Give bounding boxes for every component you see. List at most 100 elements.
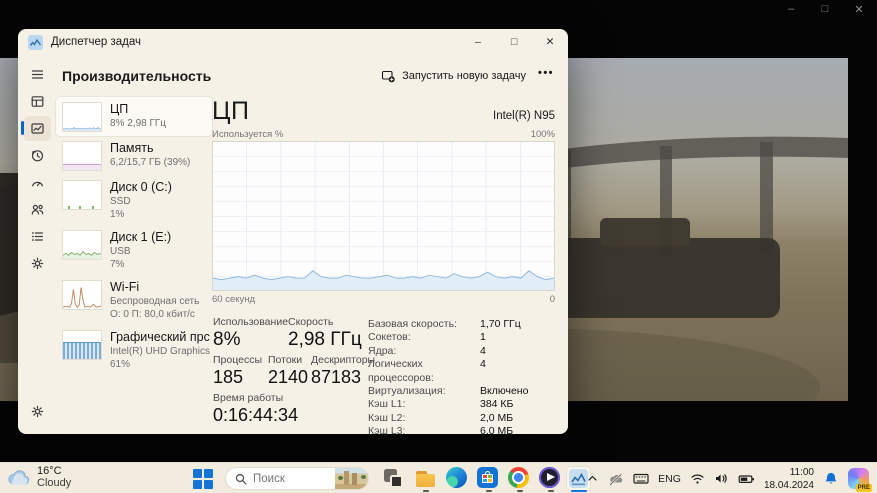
stat-uptime: Время работы 0:16:44:34	[213, 392, 298, 426]
copilot-button[interactable]: PRE	[848, 468, 869, 489]
close-button[interactable]: ✕	[532, 29, 568, 55]
taskbar: 16°C Cloudy	[0, 462, 877, 493]
cloud-icon	[7, 469, 31, 486]
users-icon	[30, 202, 45, 217]
nav-item-gpu[interactable]: Графический прс Intel(R) UHD Graphics 61…	[56, 325, 212, 375]
rail-item-users[interactable]	[18, 196, 56, 223]
nav-item-cpu[interactable]: ЦП 8% 2,98 ГГц	[56, 97, 212, 136]
disk1-sparkline	[62, 230, 102, 260]
search-icon	[235, 473, 247, 485]
details-list-icon	[30, 229, 45, 244]
page-header: Производительность Запустить новую задач…	[62, 61, 560, 91]
run-new-task-button[interactable]: Запустить новую задачу	[375, 65, 532, 87]
language-indicator[interactable]: ENG	[658, 473, 681, 485]
rail-item-details[interactable]	[18, 223, 56, 250]
cpu-sparkline	[62, 102, 102, 132]
background-window-controls: – □ ✕	[781, 3, 869, 16]
navigation-rail	[18, 57, 56, 434]
gauge-icon	[30, 175, 45, 190]
rail-item-app-history[interactable]	[18, 142, 56, 169]
disk0-sparkline	[62, 180, 102, 210]
search-input[interactable]	[253, 473, 325, 485]
rail-item-services[interactable]	[18, 250, 56, 277]
maximize-button[interactable]: □	[496, 29, 532, 55]
task-view-button[interactable]	[382, 467, 405, 490]
minimize-button[interactable]: –	[460, 29, 496, 55]
rail-item-startup-apps[interactable]	[18, 169, 56, 196]
cpu-usage-graph[interactable]	[212, 141, 555, 291]
more-options-button[interactable]: •••	[532, 67, 560, 85]
cpu-detail-panel: ЦП Intel(R) N95 Используется % 100% 60 с…	[212, 97, 555, 431]
weather-widget[interactable]: 16°C Cloudy	[7, 465, 71, 489]
notification-bell-icon[interactable]	[823, 471, 839, 487]
graph-x-left-label: 60 секунд	[212, 294, 255, 305]
bg-maximize-button[interactable]: □	[815, 3, 835, 16]
file-explorer-button[interactable]	[414, 467, 437, 490]
start-button[interactable]	[193, 469, 213, 489]
cpu-panel-title: ЦП	[212, 97, 249, 126]
clock[interactable]: 11:00 18.04.2024	[764, 466, 814, 492]
cpu-spec-details: Базовая скорость:1,70 ГГц Сокетов:1 Ядра…	[368, 318, 555, 434]
store-icon	[477, 467, 498, 488]
running-indicator	[548, 490, 554, 493]
rail-item-performance[interactable]	[18, 115, 56, 142]
graph-x-right-label: 0	[550, 294, 555, 305]
gpu-sparkline	[62, 330, 102, 360]
menu-button[interactable]	[18, 61, 56, 88]
nav-item-disk0[interactable]: Диск 0 (C:) SSD 1%	[56, 175, 212, 225]
bg-close-button[interactable]: ✕	[849, 3, 869, 16]
weather-condition: Cloudy	[37, 477, 71, 489]
processes-icon	[30, 94, 45, 109]
tray-chevron-up-icon[interactable]	[586, 472, 599, 485]
settings-button[interactable]	[18, 398, 56, 425]
running-indicator	[423, 490, 429, 493]
search-box[interactable]	[225, 467, 369, 490]
edge-button[interactable]	[446, 467, 469, 490]
running-indicator	[486, 490, 492, 493]
memory-sparkline	[62, 141, 102, 171]
microsoft-store-button[interactable]	[477, 467, 500, 490]
window-controls: – □ ✕	[460, 29, 568, 55]
services-cog-icon	[30, 256, 45, 271]
wifi-sparkline	[62, 280, 102, 310]
windows-logo-icon	[193, 469, 202, 478]
titlebar[interactable]: Диспетчер задач – □ ✕	[18, 29, 568, 55]
page-title: Производительность	[62, 68, 211, 84]
stat-threads: Потоки 2140	[268, 354, 308, 388]
rail-item-processes[interactable]	[18, 88, 56, 115]
clock-date: 18.04.2024	[764, 479, 814, 492]
desktop: – □ ✕ Диспетчер задач – □ ✕	[0, 0, 877, 493]
graph-y-label: Используется %	[212, 129, 283, 140]
nav-item-wifi[interactable]: Wi-Fi Беспроводная сеть О: 0 П: 80,0 кби…	[56, 275, 212, 325]
new-task-icon	[381, 69, 395, 83]
task-manager-app-icon	[28, 35, 43, 50]
nav-item-disk1[interactable]: Диск 1 (E:) USB 7%	[56, 225, 212, 275]
active-indicator	[571, 490, 587, 493]
weather-temp: 16°C	[37, 465, 71, 477]
history-icon	[30, 148, 45, 163]
chrome-button[interactable]	[508, 467, 531, 490]
clock-time: 11:00	[764, 466, 814, 479]
media-player-icon	[539, 467, 560, 488]
stat-speed: Скорость 2,98 ГГц	[288, 316, 362, 351]
search-daily-image[interactable]	[335, 467, 368, 490]
gear-icon	[30, 404, 45, 419]
chrome-icon	[508, 467, 529, 488]
media-player-button[interactable]	[539, 467, 562, 490]
cpu-stats: Использование 8% Скорость 2,98 ГГц Проце…	[212, 316, 555, 431]
task-manager-window: Диспетчер задач – □ ✕	[18, 29, 568, 434]
bg-minimize-button[interactable]: –	[781, 3, 801, 16]
battery-icon[interactable]	[738, 473, 755, 485]
wifi-icon[interactable]	[690, 472, 705, 485]
touch-keyboard-icon[interactable]	[633, 472, 649, 485]
stat-processes: Процессы 185	[213, 354, 262, 388]
speaker-icon[interactable]	[714, 472, 729, 485]
system-tray: ENG 11:00 18.04.2024 PRE	[586, 463, 869, 493]
nav-item-memory[interactable]: Память 6,2/15,7 ГБ (39%)	[56, 136, 212, 175]
running-indicator	[517, 490, 523, 493]
onedrive-paused-icon[interactable]	[608, 472, 624, 486]
graph-y-max: 100%	[531, 129, 555, 140]
run-new-task-label: Запустить новую задачу	[402, 70, 526, 82]
copilot-pre-badge: PRE	[856, 484, 872, 492]
performance-icon	[30, 121, 45, 136]
